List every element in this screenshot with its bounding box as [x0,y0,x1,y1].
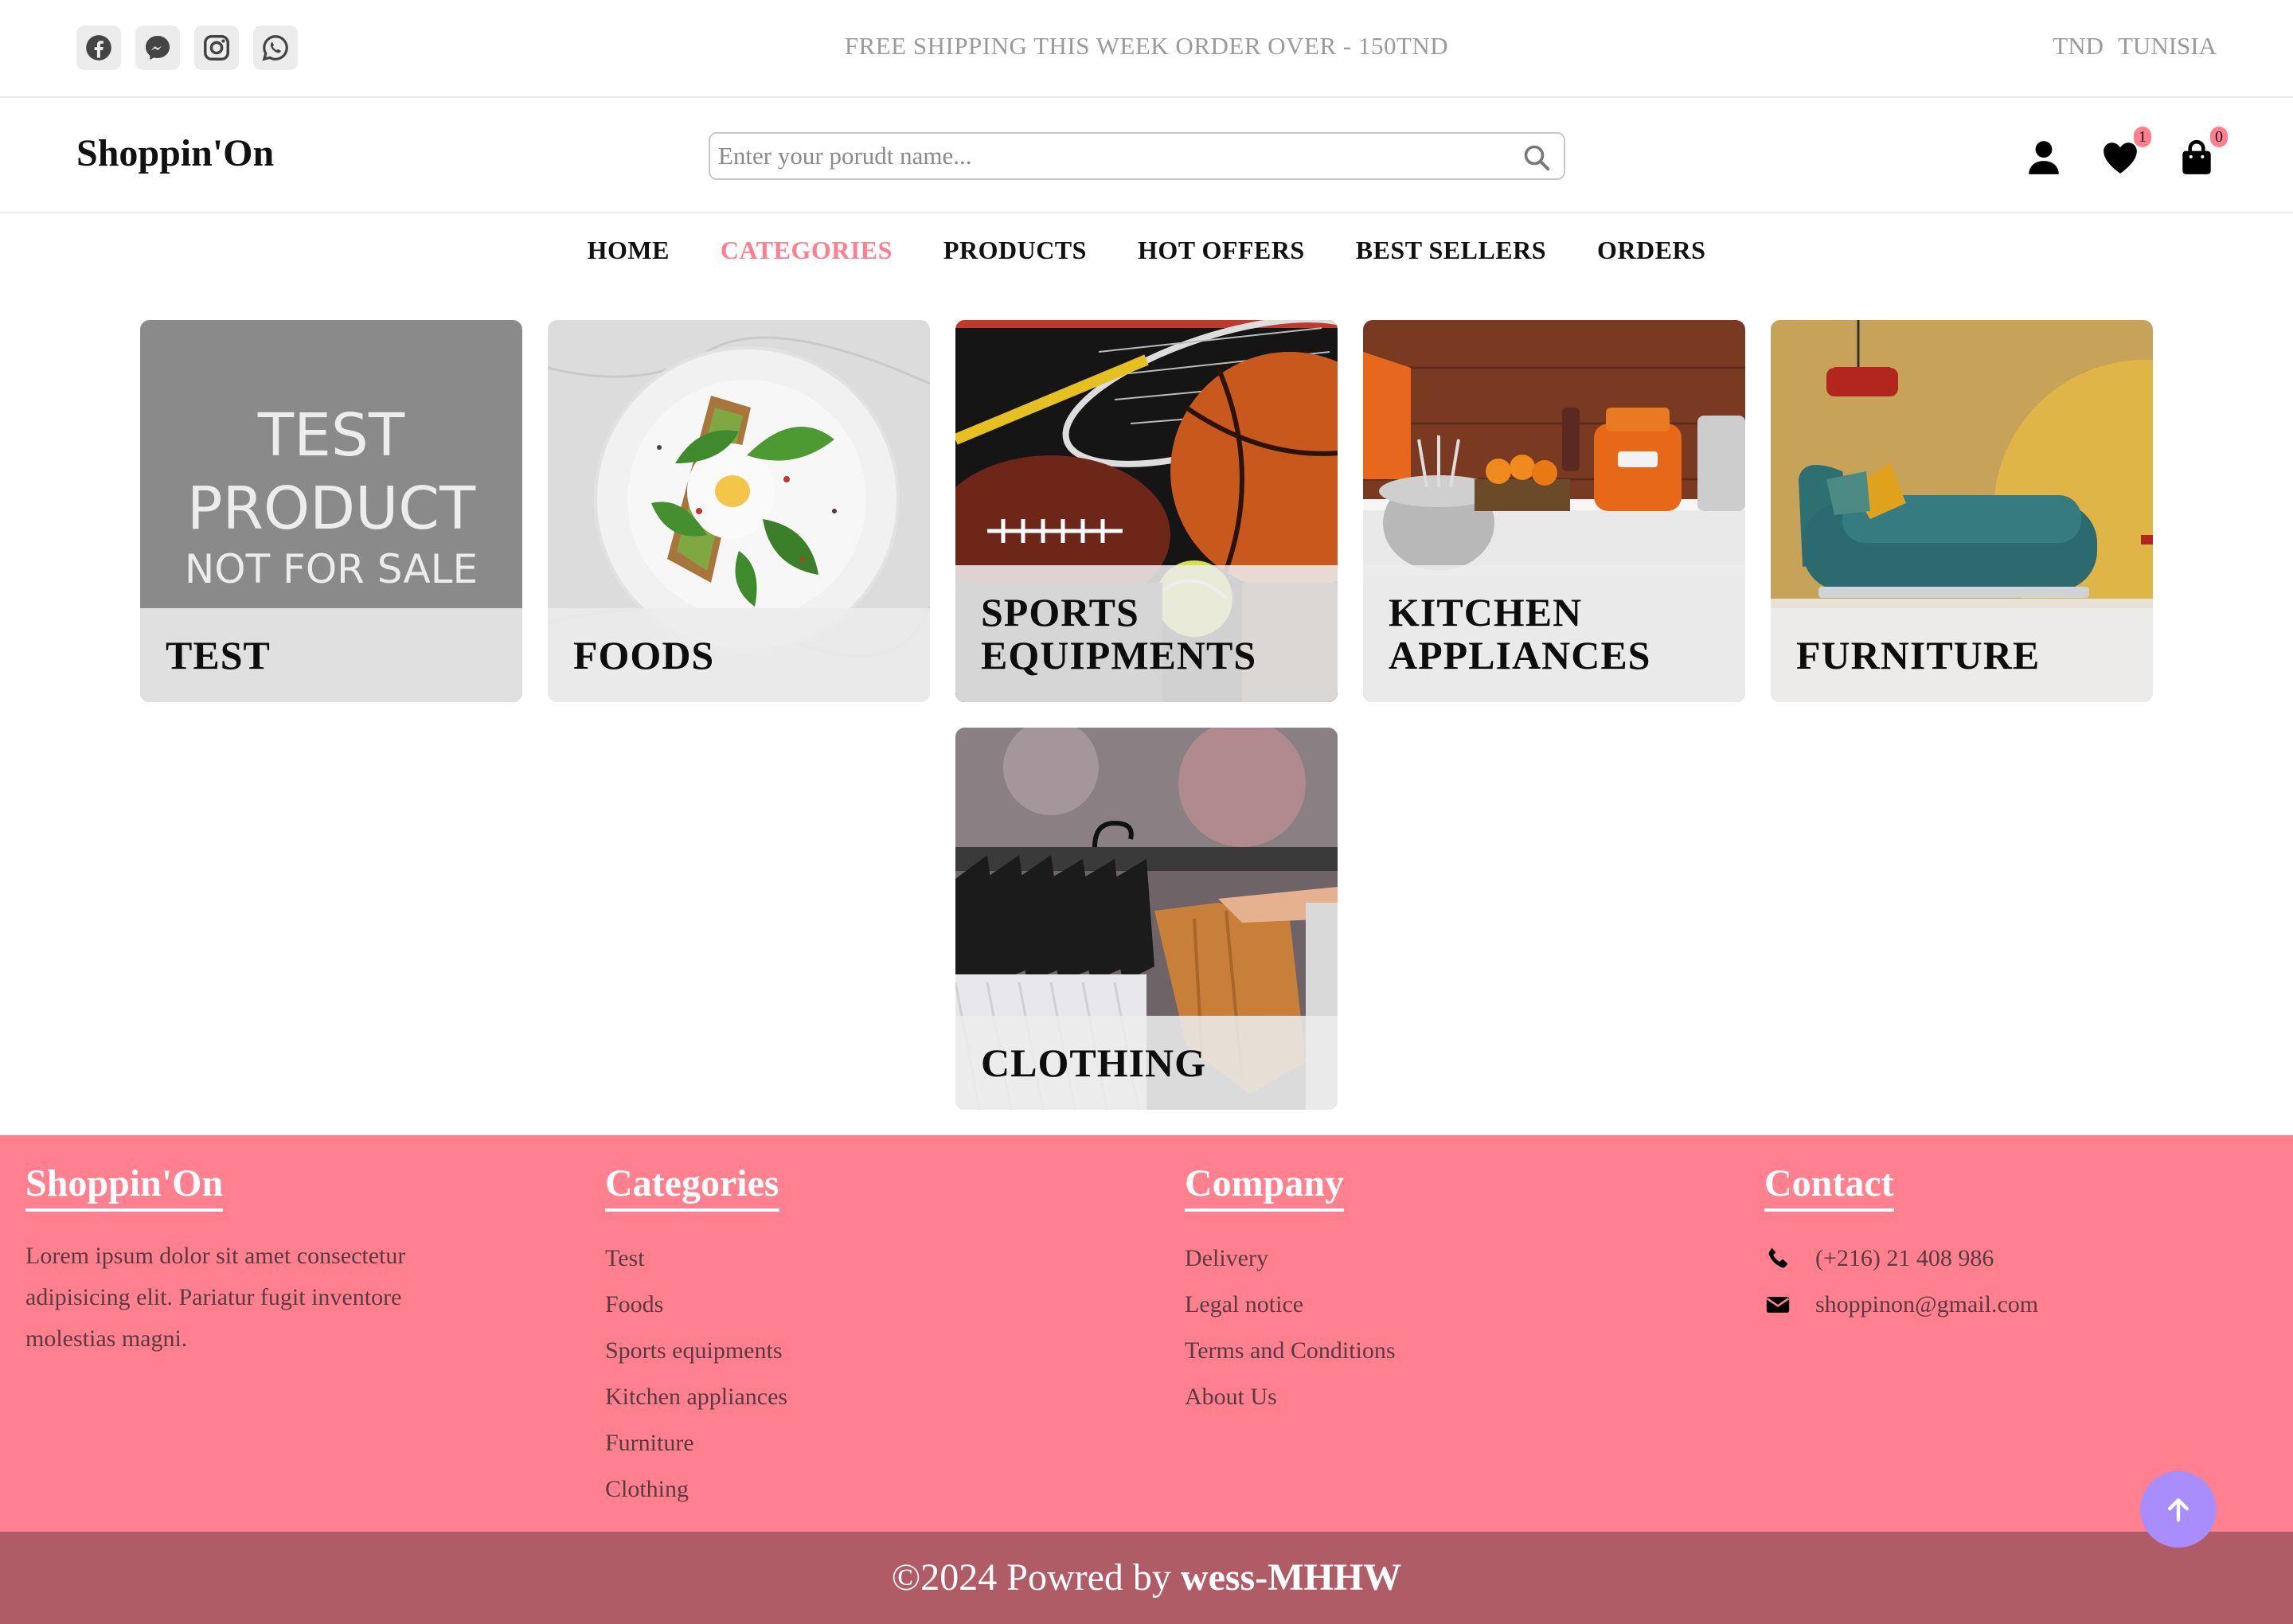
search-bar [709,132,1565,180]
heart-icon [2104,142,2137,174]
nav-home[interactable]: HOME [588,236,670,265]
category-caption: KITCHEN APPLIANCES [1363,565,1745,702]
category-label-sports-equipments: SPORTS EQUIPMENTS [981,590,1257,677]
footer-link-clothing[interactable]: Clothing [605,1466,787,1513]
footer-company-title: Company [1185,1161,1345,1212]
scroll-to-top-button[interactable] [2140,1471,2217,1548]
nav-best-sellers[interactable]: BEST SELLERS [1356,236,1546,265]
nav-categories[interactable]: CATEGORIES [721,236,893,265]
footer-link-delivery[interactable]: Delivery [1185,1236,1396,1282]
nav-hot-offers[interactable]: HOT OFFERS [1138,236,1305,265]
nav-products[interactable]: PRODUCTS [943,236,1087,265]
footer-link-sports-equipments[interactable]: Sports equipments [605,1328,787,1374]
category-card-kitchen-appliances[interactable]: KITCHEN APPLIANCES [1363,320,1745,702]
footer-brand: Shoppin'On Lorem ipsum dolor sit amet co… [25,1161,471,1360]
wishlist-count-badge: 1 [2134,127,2151,147]
category-caption: SPORTS EQUIPMENTS [955,565,1338,702]
main-nav: HOME CATEGORIES PRODUCTS HOT OFFERS BEST… [0,236,2293,265]
locale-selector: TND TUNISIA [2053,32,2217,61]
footer-categories-title: Categories [605,1161,779,1212]
site-header: Shoppin'On 1 0 [0,98,2293,213]
category-caption: FOODS [548,608,930,702]
footer-categories: Categories Test Foods Sports equipments … [605,1161,787,1513]
user-icon [2029,141,2059,174]
placeholder-line-3: NOT FOR SALE [185,546,478,592]
search-input[interactable] [718,139,1506,174]
nav-orders[interactable]: ORDERS [1597,236,1705,265]
footer-link-terms[interactable]: Terms and Conditions [1185,1328,1396,1374]
envelope-icon [1766,1297,1790,1313]
category-card-test[interactable]: TEST PRODUCT NOT FOR SALE TEST [140,320,522,702]
account-button[interactable] [2024,138,2064,178]
phone-icon [1768,1247,1787,1268]
category-caption: TEST [140,608,522,702]
shopping-bag-icon [2182,140,2211,174]
category-card-foods[interactable]: FOODS [548,320,930,702]
top-bar: FREE SHIPPING THIS WEEK ORDER OVER - 150… [0,0,2293,98]
footer-brand-text: Lorem ipsum dolor sit amet consectetur a… [25,1243,406,1352]
copyright-author[interactable]: wess-MHHW [1181,1556,1401,1599]
footer-brand-title: Shoppin'On [25,1161,224,1212]
currency-selector[interactable]: TND [2053,32,2104,61]
footer-link-legal-notice[interactable]: Legal notice [1185,1282,1396,1328]
category-label-clothing: CLOTHING [981,1040,1207,1085]
footer-phone[interactable]: (+216) 21 408 986 [1815,1236,1994,1282]
wishlist-button[interactable]: 1 [2100,127,2151,178]
footer-link-test[interactable]: Test [605,1236,787,1282]
category-label-foods: FOODS [573,633,715,677]
footer-link-about-us[interactable]: About Us [1185,1374,1396,1420]
category-card-furniture[interactable]: FURNITURE [1771,320,2153,702]
header-actions: 1 0 [2024,127,2228,178]
footer-contact: Contact (+216) 21 408 986 shoppinon@gmai… [1764,1161,2038,1328]
copyright-bar: ©2024 Powred by wess-MHHW [0,1532,2293,1624]
footer-email-row: shoppinon@gmail.com [1764,1282,2038,1328]
cart-count-badge: 0 [2210,127,2228,147]
footer-company: Company Delivery Legal notice Terms and … [1185,1161,1396,1420]
shipping-banner: FREE SHIPPING THIS WEEK ORDER OVER - 150… [844,32,1449,60]
country-selector[interactable]: TUNISIA [2118,32,2217,61]
site-footer: Shoppin'On Lorem ipsum dolor sit amet co… [0,1135,2293,1532]
footer-link-kitchen-appliances[interactable]: Kitchen appliances [605,1374,787,1420]
placeholder-line-1: TEST [257,401,405,470]
site-logo[interactable]: Shoppin'On [76,131,274,175]
category-label-kitchen-appliances: KITCHEN APPLIANCES [1389,590,1651,677]
category-card-clothing[interactable]: CLOTHING [955,728,1338,1110]
category-card-sports-equipments[interactable]: SPORTS EQUIPMENTS [955,320,1338,702]
category-caption: FURNITURE [1771,608,2153,702]
category-label-test: TEST [166,633,271,677]
footer-email[interactable]: shoppinon@gmail.com [1815,1282,2038,1328]
cart-button[interactable]: 0 [2177,127,2228,178]
arrow-up-icon [2168,1498,2189,1522]
copyright-text: ©2024 Powred by [891,1556,1181,1599]
category-caption: CLOTHING [955,1016,1338,1110]
footer-phone-row: (+216) 21 408 986 [1764,1236,2038,1282]
footer-link-foods[interactable]: Foods [605,1282,787,1328]
category-label-furniture: FURNITURE [1796,633,2041,677]
footer-contact-title: Contact [1764,1161,1894,1212]
search-icon[interactable] [1522,143,1551,172]
footer-link-furniture[interactable]: Furniture [605,1420,787,1466]
placeholder-line-2: PRODUCT [187,474,476,543]
